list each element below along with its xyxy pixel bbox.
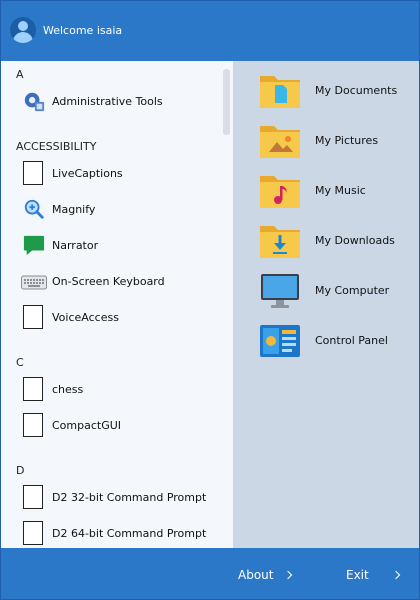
user-avatar-icon[interactable] <box>10 17 36 43</box>
control-panel-icon <box>260 325 300 357</box>
admin-tools-icon <box>24 92 45 112</box>
exit-button[interactable]: Exit <box>346 568 400 582</box>
exit-label: Exit <box>346 568 369 582</box>
group-header-c: C <box>16 356 24 369</box>
group-header-accessibility: ACCESSIBILITY <box>16 140 97 153</box>
app-label: D2 32-bit Command Prompt <box>52 490 207 504</box>
place-label: My Pictures <box>315 134 379 147</box>
place-label: My Music <box>315 184 366 197</box>
blank-app-icon <box>23 413 43 437</box>
app-list-scrollbar[interactable] <box>223 69 230 135</box>
app-label: D2 64-bit Command Prompt <box>52 526 207 540</box>
place-my-computer[interactable]: My Computer <box>233 272 419 312</box>
app-item-administrative-tools[interactable]: Administrative Tools <box>17 85 217 117</box>
app-label: Narrator <box>52 238 99 252</box>
chevron-right-icon <box>284 570 293 580</box>
app-label: Administrative Tools <box>52 94 163 108</box>
keyboard-icon <box>21 275 47 290</box>
start-menu-window: Welcome isaia A Administrative Tools ACC… <box>0 0 420 600</box>
place-label: My Computer <box>315 284 390 297</box>
app-label: LiveCaptions <box>52 166 123 180</box>
place-my-documents[interactable]: My Documents <box>233 72 419 112</box>
app-label: On-Screen Keyboard <box>52 274 165 288</box>
app-item-on-screen-keyboard[interactable]: On-Screen Keyboard <box>17 265 217 297</box>
places-panel: My Documents My Pictures My Music My Dow… <box>233 61 419 548</box>
app-item-compactgui[interactable]: CompactGUI <box>17 409 217 441</box>
place-my-music[interactable]: My Music <box>233 172 419 212</box>
place-control-panel[interactable]: Control Panel <box>233 322 419 362</box>
app-label: VoiceAccess <box>52 310 119 324</box>
documents-folder-icon <box>260 76 300 108</box>
magnifier-icon <box>24 199 44 219</box>
pictures-folder-icon <box>260 126 300 158</box>
place-my-pictures[interactable]: My Pictures <box>233 122 419 162</box>
blank-app-icon <box>23 485 43 509</box>
blank-app-icon <box>23 521 43 545</box>
downloads-folder-icon <box>260 226 300 258</box>
chevron-right-icon <box>391 570 400 580</box>
place-label: Control Panel <box>315 334 388 347</box>
computer-icon <box>261 274 299 308</box>
group-header-a: A <box>16 68 24 81</box>
header-bar: Welcome isaia <box>1 1 419 61</box>
blank-app-icon <box>23 377 43 401</box>
app-item-magnify[interactable]: Magnify <box>17 193 217 225</box>
app-list-panel[interactable]: A Administrative Tools ACCESSIBILITY Liv… <box>1 61 233 548</box>
about-label: About <box>238 568 274 582</box>
app-label: CompactGUI <box>52 418 122 432</box>
about-button[interactable]: About <box>238 568 293 582</box>
app-item-livecaptions[interactable]: LiveCaptions <box>17 157 217 189</box>
music-folder-icon <box>260 176 300 208</box>
group-header-d: D <box>16 464 25 477</box>
app-item-voiceaccess[interactable]: VoiceAccess <box>17 301 217 333</box>
app-item-d2-32-bit-command-prompt[interactable]: D2 32-bit Command Prompt <box>17 481 217 513</box>
welcome-text: Welcome isaia <box>43 24 123 37</box>
app-label: Magnify <box>52 202 96 216</box>
app-label: chess <box>52 382 84 396</box>
footer-bar: About Exit <box>1 548 419 599</box>
blank-app-icon <box>23 305 43 329</box>
narrator-icon <box>23 235 45 256</box>
blank-app-icon <box>23 161 43 185</box>
place-label: My Documents <box>315 84 398 97</box>
app-item-d2-64-bit-command-prompt[interactable]: D2 64-bit Command Prompt <box>17 517 217 548</box>
app-item-chess[interactable]: chess <box>17 373 217 405</box>
place-label: My Downloads <box>315 234 395 247</box>
place-my-downloads[interactable]: My Downloads <box>233 222 419 262</box>
app-item-narrator[interactable]: Narrator <box>17 229 217 261</box>
